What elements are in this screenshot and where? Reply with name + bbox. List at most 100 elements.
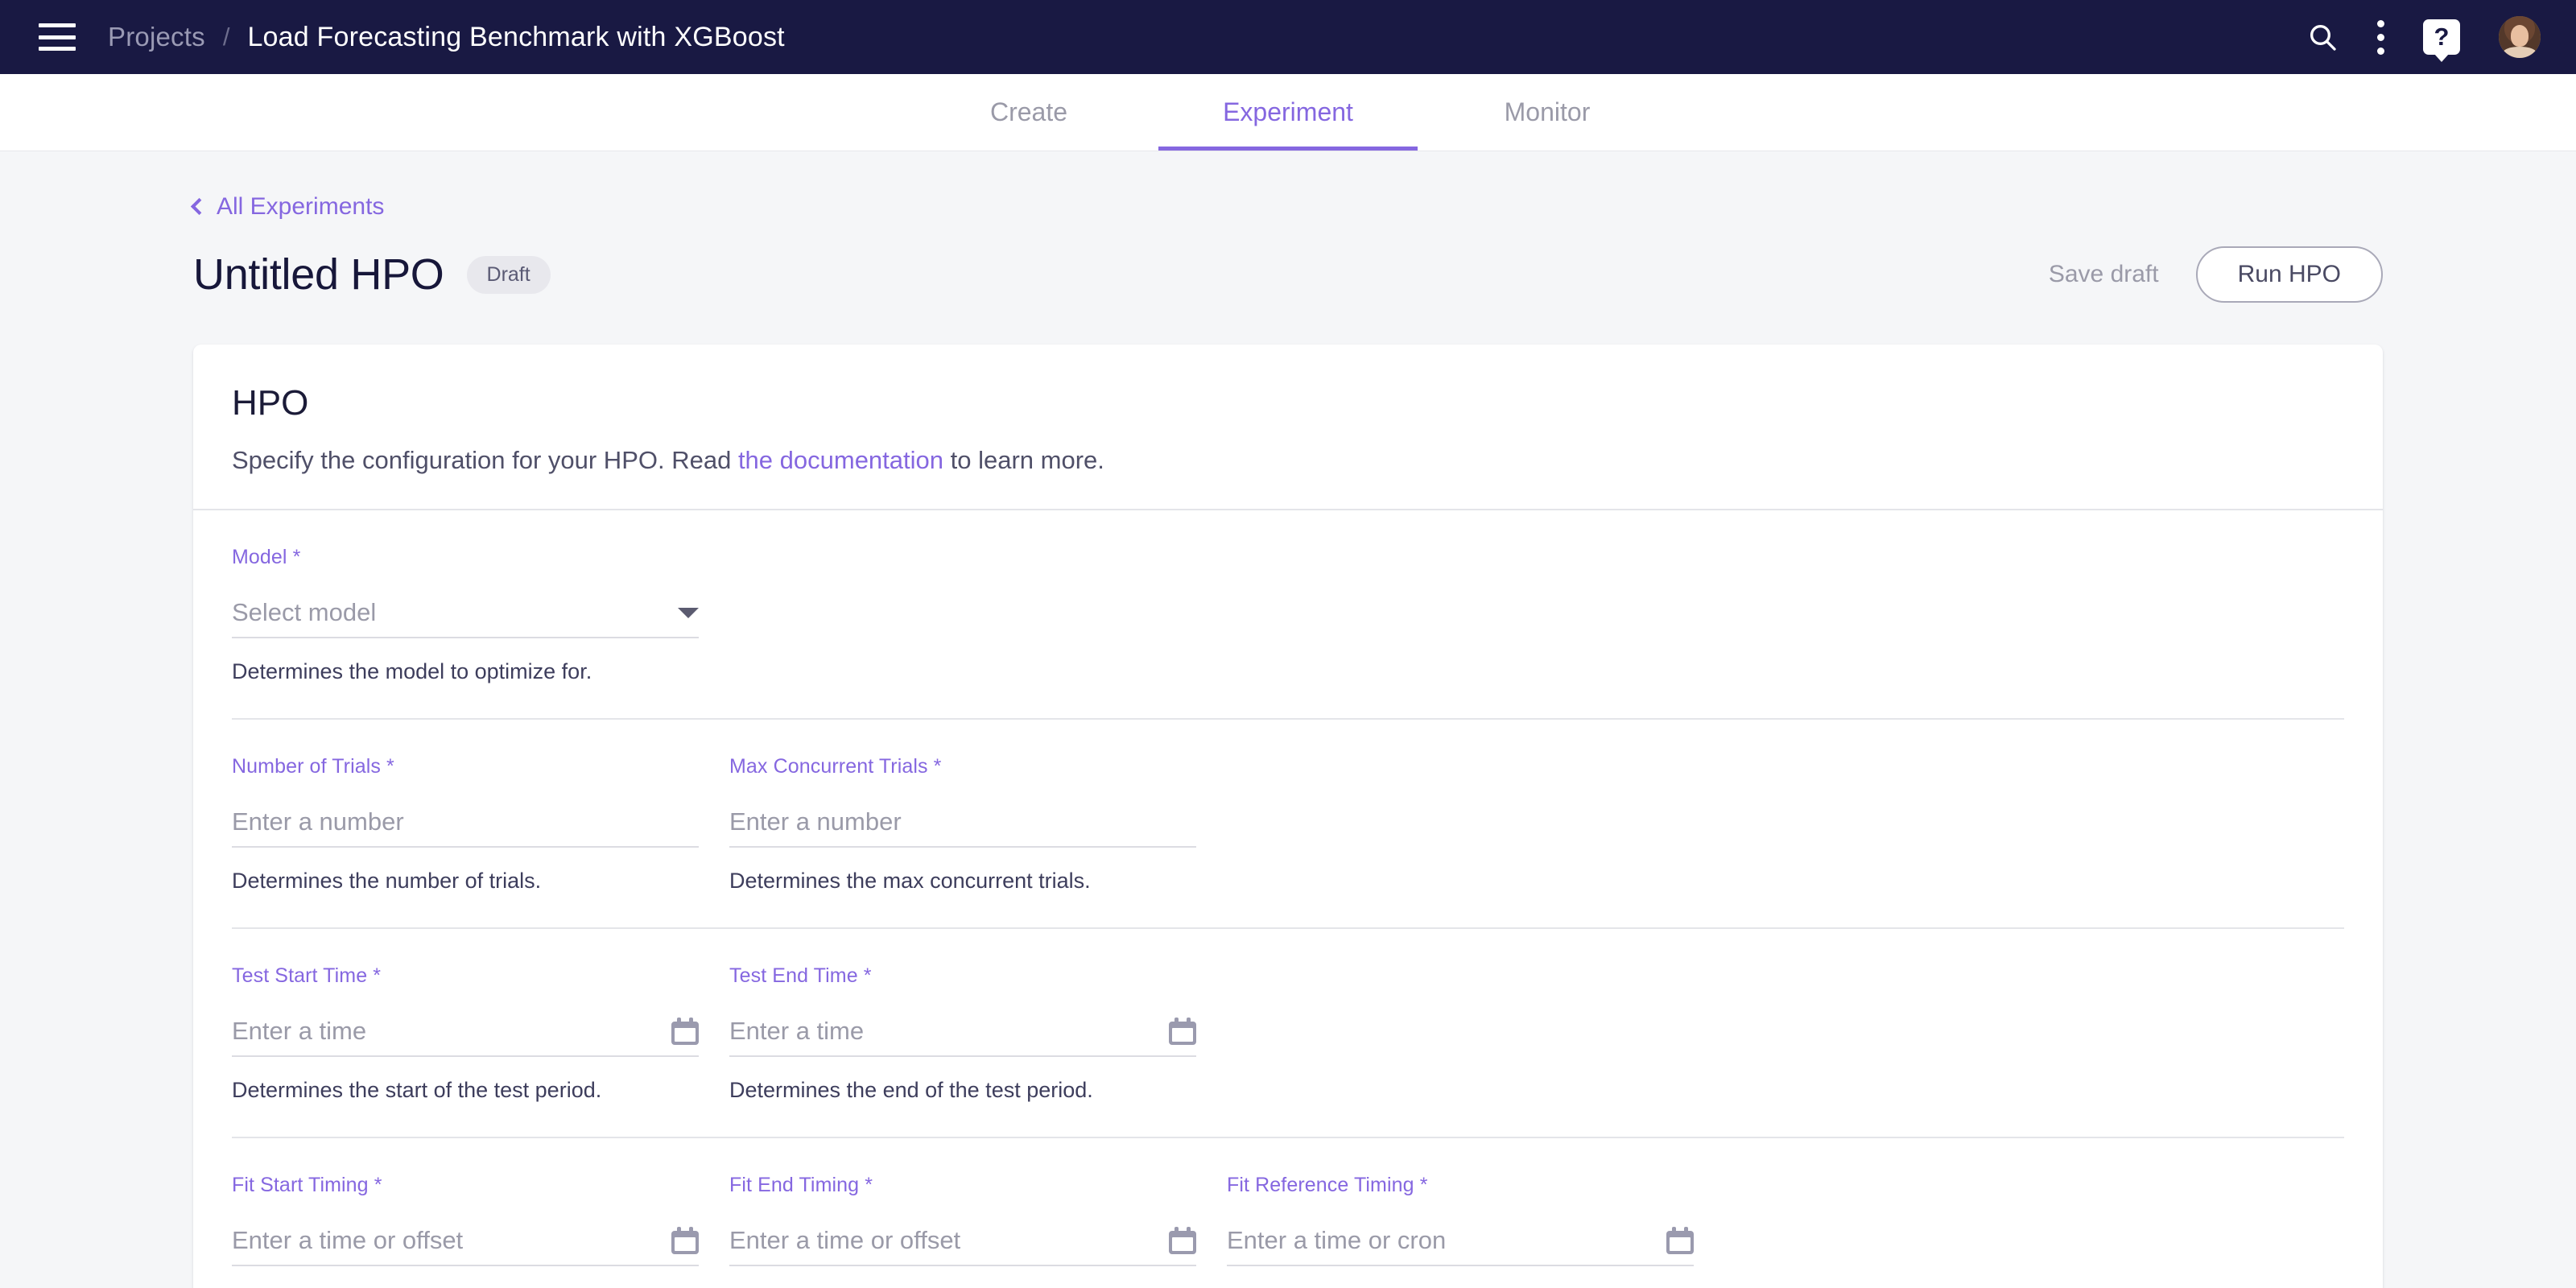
field-test-end-time-required: * (863, 964, 872, 987)
field-fit-end-timing-required: * (865, 1174, 873, 1196)
form-row: Model * Select model Determines the mode… (232, 510, 2344, 720)
card-description-before: Specify the configuration for your HPO. … (232, 446, 738, 474)
avatar-face (2510, 25, 2529, 47)
breadcrumb-projects[interactable]: Projects (108, 22, 205, 52)
number-of-trials-input[interactable]: Enter a number (232, 798, 699, 848)
field-test-end-time-label-text: Test End Time (729, 964, 858, 987)
fit-end-timing-input[interactable]: Enter a time or offset (729, 1216, 1196, 1266)
chevron-down-icon[interactable] (678, 607, 699, 618)
hpo-config-card: HPO Specify the configuration for your H… (193, 345, 2383, 1288)
field-test-start-time-label-text: Test Start Time (232, 964, 368, 987)
card-description: Specify the configuration for your HPO. … (232, 446, 2344, 475)
field-number-of-trials-required: * (386, 755, 394, 778)
field-test-start-time-label: Test Start Time * (232, 964, 699, 988)
field-fit-start-timing-required: * (374, 1174, 382, 1196)
field-fit-reference-timing-label-text: Fit Reference Timing (1227, 1174, 1414, 1196)
run-hpo-button[interactable]: Run HPO (2195, 246, 2383, 303)
top-bar-actions: ? (2306, 16, 2541, 62)
breadcrumb-current: Load Forecasting Benchmark with XGBoost (247, 21, 785, 52)
calendar-icon[interactable] (1169, 1227, 1196, 1254)
form-row: Number of Trials * Enter a number Determ… (232, 720, 2344, 929)
field-test-end-time-label: Test End Time * (729, 964, 1196, 988)
tab-monitor[interactable]: Monitor (1418, 74, 1677, 151)
field-model-label-text: Model (232, 546, 287, 568)
page-title-row: Untitled HPO Draft Save draft Run HPO (193, 246, 2383, 303)
fit-reference-timing-input[interactable]: Enter a time or cron (1227, 1216, 1694, 1266)
more-vertical-icon[interactable] (2377, 19, 2384, 55)
field-test-start-time-required: * (373, 964, 382, 987)
test-start-time-placeholder: Enter a time (232, 1017, 367, 1045)
avatar[interactable] (2499, 16, 2541, 58)
field-fit-end-timing-label: Fit End Timing * (729, 1174, 1196, 1197)
card-title: HPO (232, 383, 309, 423)
save-draft-button[interactable]: Save draft (2049, 261, 2159, 288)
field-fit-reference-timing-label: Fit Reference Timing * (1227, 1174, 1694, 1197)
field-model: Model * Select model Determines the mode… (232, 546, 699, 684)
field-model-required: * (292, 546, 301, 568)
chevron-left-icon (190, 197, 208, 216)
field-model-hint: Determines the model to optimize for. (232, 659, 592, 683)
page-title: Untitled HPO (193, 250, 444, 299)
top-app-bar: Projects / Load Forecasting Benchmark wi… (0, 0, 2576, 74)
field-fit-reference-timing: Fit Reference Timing * Enter a time or c… (1227, 1174, 1694, 1288)
field-fit-start-timing-label-text: Fit Start Timing (232, 1174, 369, 1196)
avatar-body (2504, 47, 2536, 58)
field-number-of-trials-label-text: Number of Trials (232, 755, 381, 778)
test-end-time-input[interactable]: Enter a time (729, 1007, 1196, 1057)
field-test-start-time: Test Start Time * Enter a time Determine… (232, 964, 699, 1103)
search-icon[interactable] (2306, 21, 2339, 53)
field-test-start-time-hint: Determines the start of the test period. (232, 1078, 602, 1102)
model-select-placeholder: Select model (232, 598, 377, 626)
primary-tabs: Create Experiment Monitor (0, 74, 2576, 151)
field-number-of-trials: Number of Trials * Enter a number Determ… (232, 755, 699, 894)
field-fit-end-timing-label-text: Fit End Timing (729, 1174, 860, 1196)
help-icon-label: ? (2434, 23, 2450, 51)
field-max-concurrent-trials-required: * (933, 755, 942, 778)
field-fit-start-timing: Fit Start Timing * Enter a time or offse… (232, 1174, 699, 1288)
hamburger-icon[interactable] (39, 23, 76, 51)
field-max-concurrent-trials: Max Concurrent Trials * Enter a number D… (729, 755, 1196, 894)
calendar-icon[interactable] (671, 1018, 699, 1045)
back-link-label: All Experiments (217, 193, 385, 220)
number-of-trials-placeholder: Enter a number (232, 807, 404, 836)
fit-start-timing-input[interactable]: Enter a time or offset (232, 1216, 699, 1266)
hpo-form: Model * Select model Determines the mode… (193, 510, 2383, 1288)
field-max-concurrent-trials-hint: Determines the max concurrent trials. (729, 869, 1091, 893)
breadcrumb-separator: / (222, 23, 230, 51)
field-test-end-time-hint: Determines the end of the test period. (729, 1078, 1093, 1102)
max-concurrent-trials-placeholder: Enter a number (729, 807, 902, 836)
field-fit-end-timing: Fit End Timing * Enter a time or offset … (729, 1174, 1196, 1288)
max-concurrent-trials-input[interactable]: Enter a number (729, 798, 1196, 848)
calendar-icon[interactable] (1169, 1018, 1196, 1045)
tab-create-label: Create (989, 97, 1068, 126)
test-end-time-placeholder: Enter a time (729, 1017, 865, 1045)
field-number-of-trials-label: Number of Trials * (232, 755, 699, 778)
model-select[interactable]: Select model (232, 588, 699, 638)
status-badge: Draft (466, 255, 551, 294)
test-start-time-input[interactable]: Enter a time (232, 1007, 699, 1057)
field-number-of-trials-hint: Determines the number of trials. (232, 869, 542, 893)
field-test-end-time: Test End Time * Enter a time Determines … (729, 964, 1196, 1103)
tab-experiment[interactable]: Experiment (1158, 74, 1418, 151)
form-row: Test Start Time * Enter a time Determine… (232, 929, 2344, 1138)
calendar-icon[interactable] (1666, 1227, 1694, 1254)
field-max-concurrent-trials-label-text: Max Concurrent Trials (729, 755, 928, 778)
fit-end-timing-placeholder: Enter a time or offset (729, 1226, 961, 1254)
documentation-link[interactable]: the documentation (738, 446, 943, 474)
help-icon[interactable]: ? (2423, 19, 2460, 62)
field-model-label: Model * (232, 546, 699, 569)
field-fit-start-timing-label: Fit Start Timing * (232, 1174, 699, 1197)
page-body: All Experiments Untitled HPO Draft Save … (0, 151, 2576, 1288)
field-fit-reference-timing-required: * (1419, 1174, 1428, 1196)
card-header: HPO Specify the configuration for your H… (193, 345, 2383, 509)
tab-create[interactable]: Create (899, 74, 1158, 151)
back-to-all-experiments-link[interactable]: All Experiments (190, 193, 385, 221)
form-row: Fit Start Timing * Enter a time or offse… (232, 1138, 2344, 1288)
tab-monitor-label: Monitor (1504, 97, 1591, 126)
card-description-after: to learn more. (943, 446, 1104, 474)
tab-experiment-label: Experiment (1223, 97, 1353, 126)
calendar-icon[interactable] (671, 1227, 699, 1254)
fit-reference-timing-placeholder: Enter a time or cron (1227, 1226, 1447, 1254)
field-max-concurrent-trials-label: Max Concurrent Trials * (729, 755, 1196, 778)
fit-start-timing-placeholder: Enter a time or offset (232, 1226, 464, 1254)
